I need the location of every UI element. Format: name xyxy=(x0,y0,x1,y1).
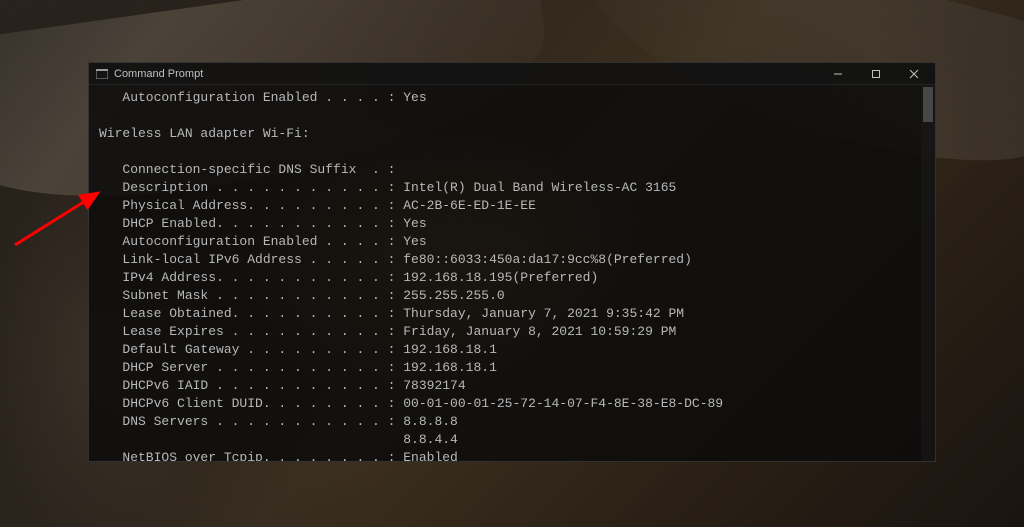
output-line: Connection-specific DNS Suffix . : xyxy=(99,162,395,177)
output-line: DHCP Enabled. . . . . . . . . . . : Yes xyxy=(99,216,427,231)
window-title: Command Prompt xyxy=(114,68,819,80)
output-line: Default Gateway . . . . . . . . . : 192.… xyxy=(99,342,497,357)
output-line: Link-local IPv6 Address . . . . . : fe80… xyxy=(99,252,692,267)
output-line: DHCP Server . . . . . . . . . . . : 192.… xyxy=(99,360,497,375)
output-line: Lease Obtained. . . . . . . . . . : Thur… xyxy=(99,306,684,321)
maximize-button[interactable] xyxy=(857,63,895,85)
output-line: Autoconfiguration Enabled . . . . : Yes xyxy=(99,90,427,105)
cmd-icon xyxy=(95,67,109,81)
output-line: DNS Servers . . . . . . . . . . . : 8.8.… xyxy=(99,414,458,429)
scrollbar[interactable] xyxy=(921,85,935,461)
output-line: DHCPv6 Client DUID. . . . . . . . : 00-0… xyxy=(99,396,723,411)
minimize-button[interactable] xyxy=(819,63,857,85)
terminal-body[interactable]: Autoconfiguration Enabled . . . . : Yes … xyxy=(89,85,935,461)
output-line: Wireless LAN adapter Wi-Fi: xyxy=(99,126,310,141)
output-line: DHCPv6 IAID . . . . . . . . . . . : 7839… xyxy=(99,378,466,393)
output-line: Description . . . . . . . . . . . : Inte… xyxy=(99,180,676,195)
output-line: Subnet Mask . . . . . . . . . . . : 255.… xyxy=(99,288,505,303)
close-button[interactable] xyxy=(895,63,933,85)
terminal-output: Autoconfiguration Enabled . . . . : Yes … xyxy=(99,89,925,461)
output-line: Autoconfiguration Enabled . . . . : Yes xyxy=(99,234,427,249)
titlebar[interactable]: Command Prompt xyxy=(89,63,935,85)
output-line: IPv4 Address. . . . . . . . . . . : 192.… xyxy=(99,270,598,285)
command-prompt-window: Command Prompt Autoconfiguration Enabled… xyxy=(88,62,936,462)
output-line: 8.8.4.4 xyxy=(99,432,458,447)
titlebar-buttons xyxy=(819,63,933,85)
output-line: NetBIOS over Tcpip. . . . . . . . : Enab… xyxy=(99,450,458,461)
output-line: Lease Expires . . . . . . . . . . : Frid… xyxy=(99,324,676,339)
scrollbar-thumb[interactable] xyxy=(923,87,933,122)
output-line: Physical Address. . . . . . . . . : AC-2… xyxy=(99,198,536,213)
